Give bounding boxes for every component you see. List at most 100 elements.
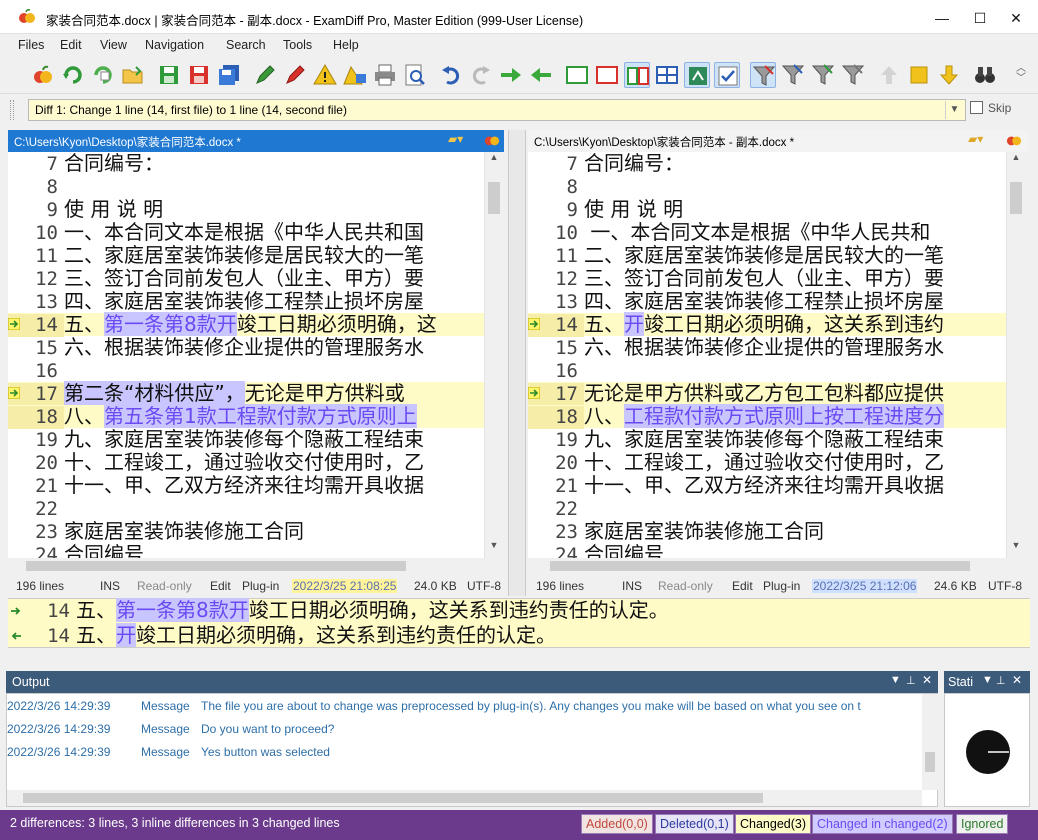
text-line[interactable]: 8 <box>8 175 484 198</box>
text-line[interactable]: 16 <box>8 359 484 382</box>
text-line[interactable]: 9 使 用 说 明 <box>8 198 484 222</box>
changed-line[interactable]: 17 无论是甲方供料或乙方包工包料都应提供 <box>528 382 1006 406</box>
stop-icon[interactable] <box>906 62 932 88</box>
text-line[interactable]: 10 一、本合同文本是根据《中华人民共和 <box>528 221 1006 245</box>
ignored-badge[interactable]: Ignored <box>956 814 1009 834</box>
text-line[interactable]: 19 九、家庭居室装饰装修每个隐蔽工程结束 <box>8 428 484 452</box>
filter-4-icon[interactable] <box>840 62 866 88</box>
filter-2-icon[interactable] <box>780 62 806 88</box>
filter-3-icon[interactable] <box>810 62 836 88</box>
text-line[interactable]: 24 合同编号 <box>8 543 484 559</box>
text-line[interactable]: 15 六、根据装饰装修企业提供的管理服务水 <box>528 336 1006 360</box>
open-folder-icon[interactable] <box>120 62 146 88</box>
text-line[interactable]: 21 十一、甲、乙双方经济来往均需开具收据 <box>8 474 484 498</box>
text-line[interactable]: 19 九、家庭居室装饰装修每个隐蔽工程结束 <box>528 428 1006 452</box>
text-line[interactable]: 22 <box>8 497 484 520</box>
added-badge[interactable]: Added(0,0) <box>581 814 653 834</box>
warning-icon[interactable] <box>312 62 338 88</box>
sync-icon[interactable] <box>684 62 710 88</box>
menu-view[interactable]: View <box>100 38 127 52</box>
text-line[interactable]: 11 二、家庭居室装饰装修是居民较大的一笔 <box>8 244 484 268</box>
scroll-thumb[interactable] <box>1010 182 1022 214</box>
view-grid-icon[interactable] <box>654 62 680 88</box>
app-icon[interactable] <box>484 132 500 151</box>
panel-menu-icon[interactable]: ▼ <box>890 674 901 686</box>
text-line[interactable]: 11 二、家庭居室装饰装修是居民较大的一笔 <box>528 244 1006 268</box>
text-line[interactable]: 20 十、工程竣工，通过验收交付使用时，乙 <box>528 451 1006 475</box>
changed-in-changed-badge[interactable]: Changed in changed(2) <box>812 814 953 834</box>
right-vertical-scrollbar[interactable]: ▲ ▼ <box>1006 152 1024 558</box>
save-right-icon[interactable] <box>186 62 212 88</box>
output-horizontal-scrollbar[interactable] <box>7 790 922 806</box>
save-left-icon[interactable] <box>156 62 182 88</box>
edit-right-icon[interactable] <box>282 62 308 88</box>
up-icon[interactable] <box>876 62 902 88</box>
menu-files[interactable]: Files <box>18 38 44 52</box>
view-split-icon[interactable] <box>624 62 650 88</box>
diff-marker-icon[interactable] <box>8 318 20 330</box>
text-line[interactable]: 24 合同编号 <box>528 543 1006 559</box>
pin-icon[interactable]: ⊥ <box>906 674 916 687</box>
changed-line[interactable]: 14 五、第一条第8款开竣工日期必须明确，这 <box>8 312 484 337</box>
view-right-icon[interactable] <box>594 62 620 88</box>
folder-icon[interactable]: ▰▾ <box>968 132 983 146</box>
text-line[interactable]: 12 三、签订合同前发包人（业主、甲方）要 <box>528 267 1006 291</box>
text-line[interactable]: 13 四、家庭居室装饰装修工程禁止损坏房屋 <box>528 290 1006 314</box>
changed-line[interactable]: 14 五、开竣工日期必须明确，这关系到违约 <box>528 312 1006 337</box>
text-line[interactable]: 16 <box>528 359 1006 382</box>
text-line[interactable]: 7 合同编号： <box>8 152 484 175</box>
changed-badge[interactable]: Changed(3) <box>735 814 812 834</box>
print-icon[interactable] <box>372 62 398 88</box>
undo-icon[interactable] <box>438 62 464 88</box>
open-file-icon[interactable] <box>30 62 56 88</box>
down-icon[interactable] <box>936 62 962 88</box>
text-line[interactable]: 15 六、根据装饰装修企业提供的管理服务水 <box>8 336 484 360</box>
text-line[interactable]: 23 家庭居室装饰装修施工合同 <box>8 520 484 544</box>
close-button[interactable]: ✕ <box>998 6 1034 30</box>
diff-marker-icon[interactable] <box>528 387 540 399</box>
changed-line[interactable]: 18 八、第五条第1款工程款付款方式原则上 <box>8 404 484 429</box>
skip-checkbox[interactable] <box>970 101 983 114</box>
close-icon[interactable]: ✕ <box>922 673 932 687</box>
edit-left-icon[interactable] <box>252 62 278 88</box>
text-line[interactable]: 8 <box>528 175 1006 198</box>
text-line[interactable]: 21 十一、甲、乙双方经济来往均需开具收据 <box>528 474 1006 498</box>
save-all-icon[interactable] <box>216 62 242 88</box>
app-icon[interactable] <box>1006 132 1022 151</box>
filter-icon[interactable] <box>342 62 368 88</box>
text-line[interactable]: 10 一、本合同文本是根据《中华人民共和国 <box>8 221 484 245</box>
pin-icon[interactable]: ⊥ <box>996 674 1006 687</box>
changed-line[interactable]: 18 八、工程款付款方式原则上按工程进度分 <box>528 404 1006 429</box>
recompare-icon[interactable] <box>90 62 116 88</box>
left-text-pane[interactable]: 7 合同编号： 8 9 使 用 说 明 10 一、本合同文本是根据《中华人民共和国 11 二、家… <box>8 152 484 558</box>
minimize-button[interactable]: — <box>924 6 960 30</box>
diff-selector[interactable]: Diff 1: Change 1 line (14, first file) t… <box>28 99 966 121</box>
text-line[interactable]: 12 三、签订合同前发包人（业主、甲方）要 <box>8 267 484 291</box>
deleted-badge[interactable]: Deleted(0,1) <box>655 814 734 834</box>
pane-splitter[interactable] <box>508 130 526 596</box>
panel-menu-icon[interactable]: ▼ <box>982 674 993 686</box>
toolbar-overflow-icon[interactable]: ︿ ﹀ <box>1016 64 1026 84</box>
text-line[interactable]: 23 家庭居室装饰装修施工合同 <box>528 520 1006 544</box>
right-horizontal-scrollbar[interactable] <box>528 558 1024 574</box>
menu-navigation[interactable]: Navigation <box>145 38 204 52</box>
text-line[interactable]: 9 使 用 说 明 <box>528 198 1006 222</box>
text-line[interactable]: 22 <box>528 497 1006 520</box>
prev-diff-icon[interactable] <box>528 62 554 88</box>
filter-1-icon[interactable] <box>750 62 776 88</box>
scroll-thumb[interactable] <box>488 182 500 214</box>
menu-tools[interactable]: Tools <box>283 38 312 52</box>
diff-marker-icon[interactable] <box>528 318 540 330</box>
redo-icon[interactable] <box>468 62 494 88</box>
diff-marker-icon[interactable] <box>8 387 20 399</box>
chevron-down-icon[interactable]: ▼ <box>945 101 963 119</box>
next-diff-icon[interactable] <box>498 62 524 88</box>
text-line[interactable]: 20 十、工程竣工，通过验收交付使用时，乙 <box>8 451 484 475</box>
left-vertical-scrollbar[interactable]: ▲ ▼ <box>484 152 502 558</box>
check-icon[interactable] <box>714 62 740 88</box>
right-text-pane[interactable]: 7 合同编号： 8 9 使 用 说 明 10 一、本合同文本是根据《中华人民共和 11 二、家… <box>528 152 1006 558</box>
folder-icon[interactable]: ▰▾ <box>448 132 463 146</box>
text-line[interactable]: 7 合同编号： <box>528 152 1006 175</box>
print-preview-icon[interactable] <box>402 62 428 88</box>
left-horizontal-scrollbar[interactable] <box>8 558 502 574</box>
